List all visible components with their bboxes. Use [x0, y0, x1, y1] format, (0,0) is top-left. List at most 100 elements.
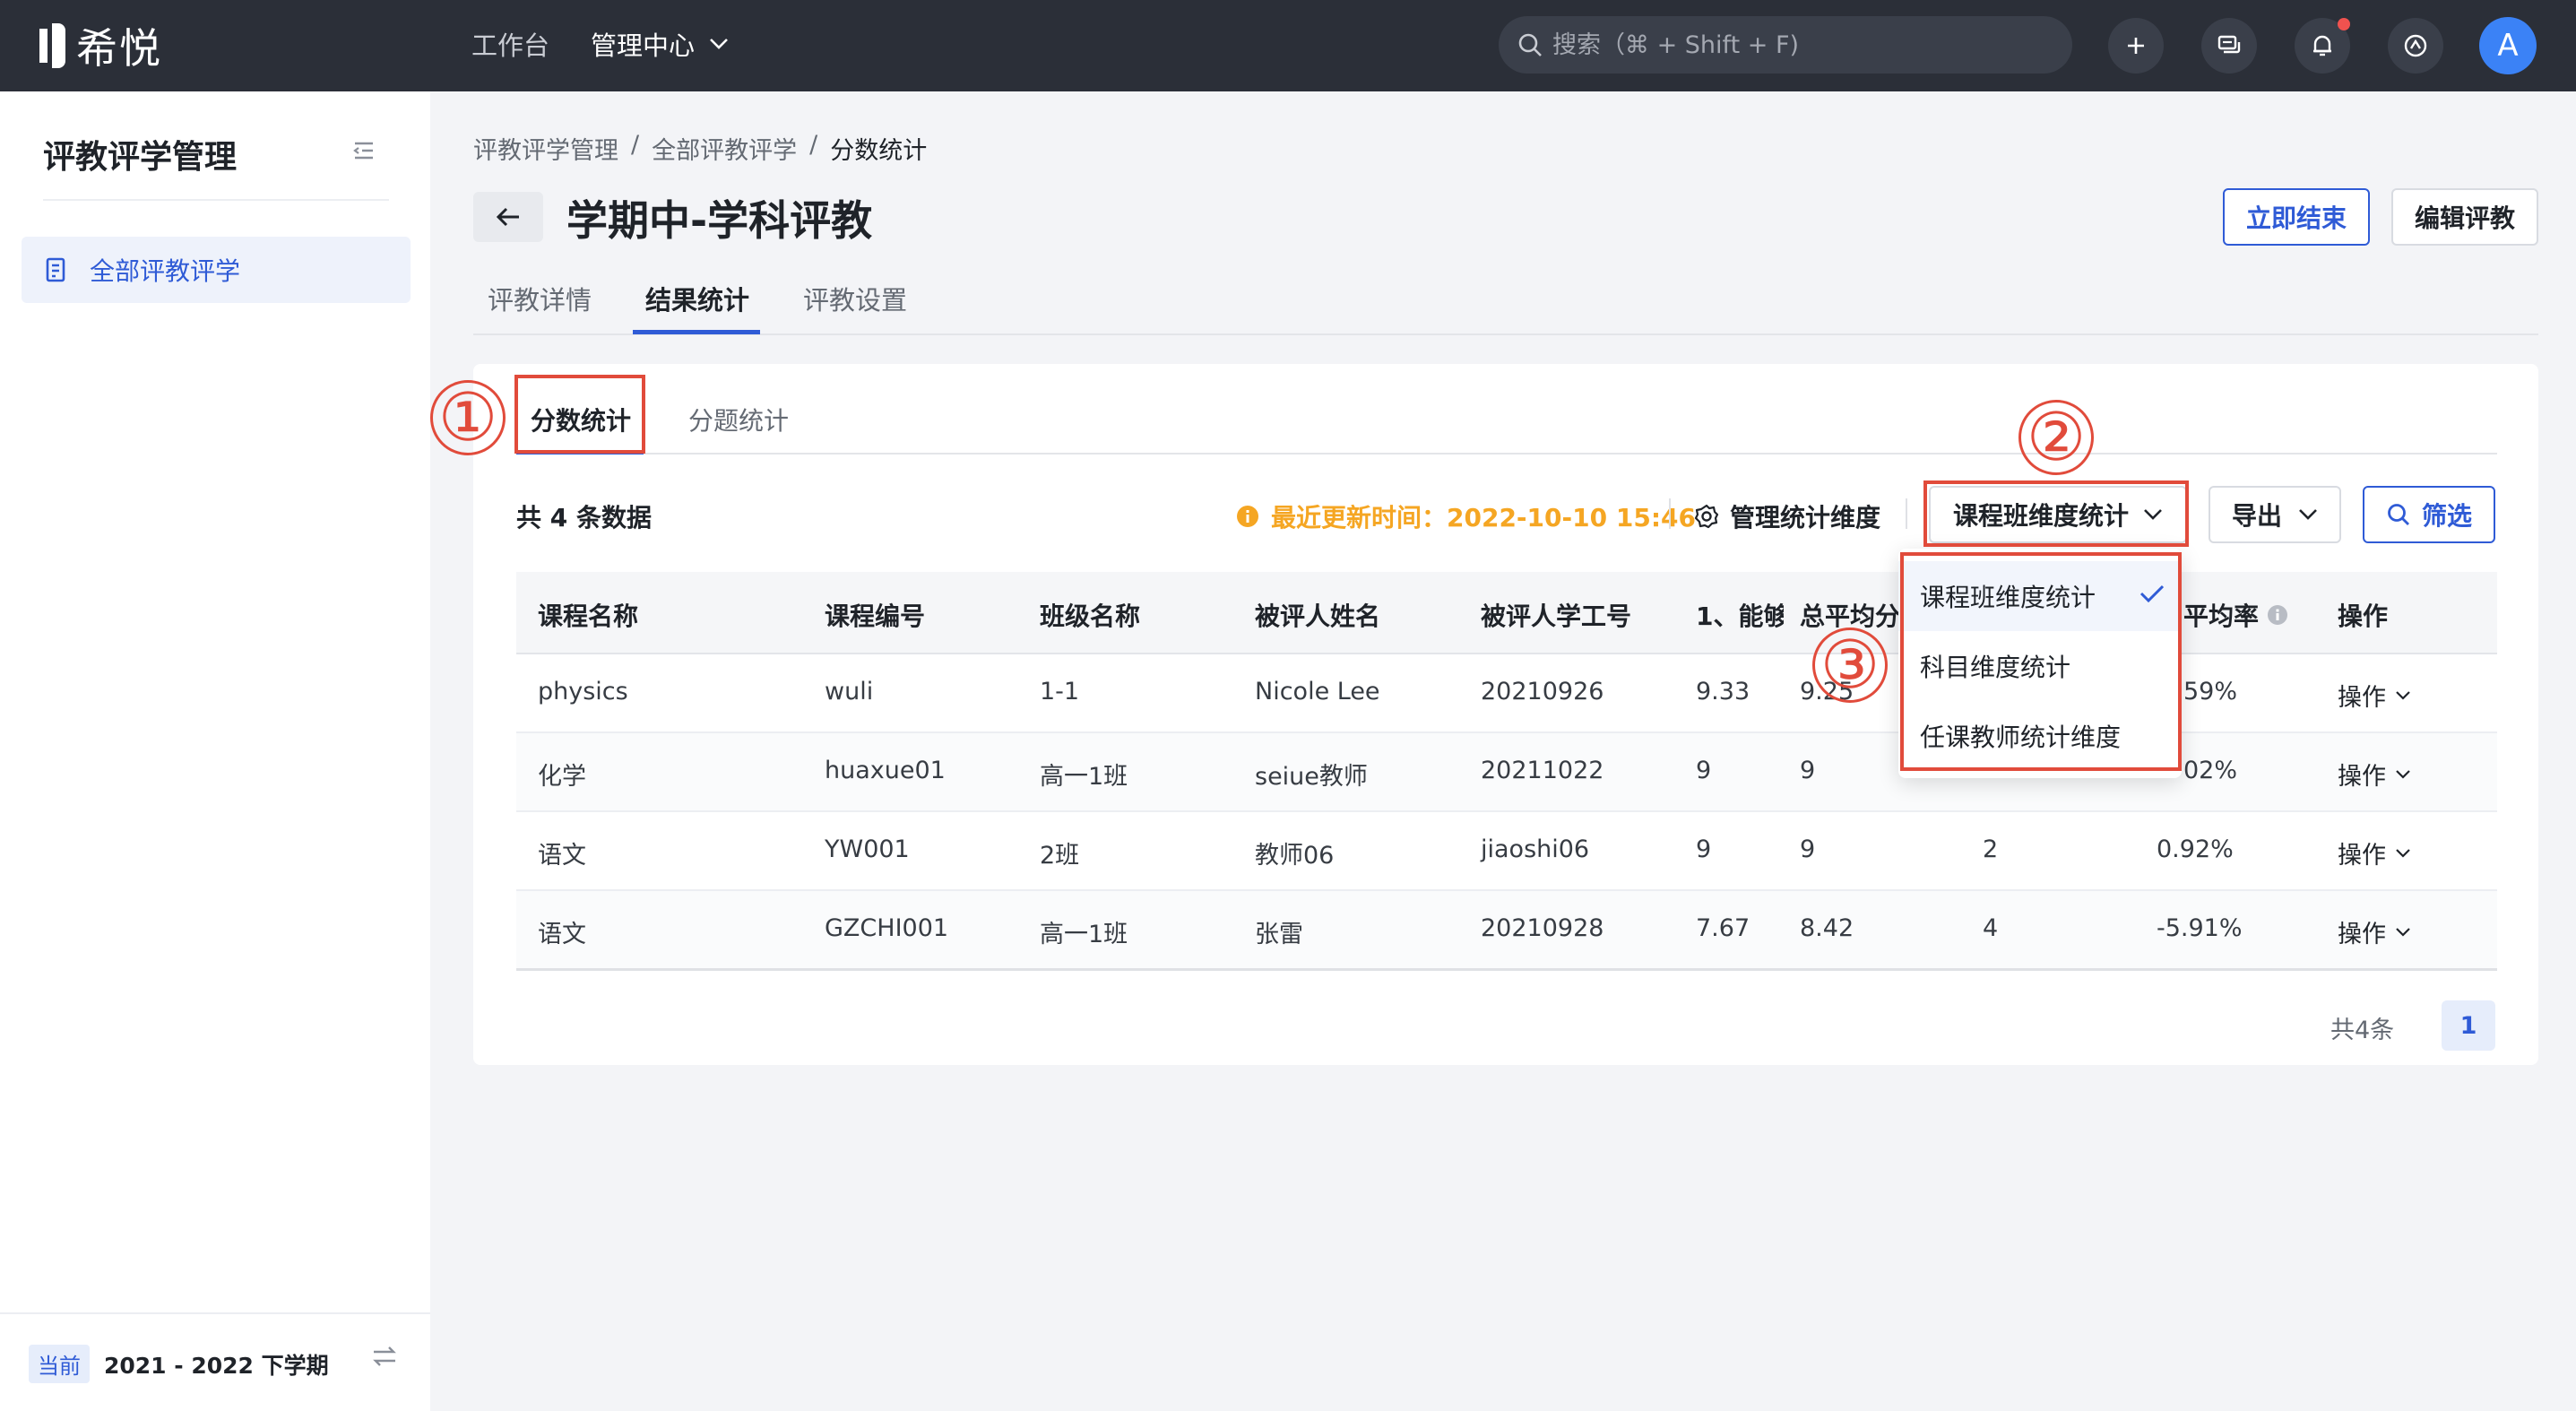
- sidebar-item-label: 全部评教评学: [90, 256, 241, 286]
- search-input[interactable]: [1552, 30, 2054, 59]
- breadcrumb-item[interactable]: 全部评教评学: [652, 131, 797, 166]
- export-label: 导出: [2231, 501, 2282, 531]
- help-button[interactable]: [2388, 18, 2443, 74]
- toolbar-separator: [1906, 498, 1907, 529]
- cell-q1: 7.67: [1696, 914, 1750, 942]
- user-avatar[interactable]: A: [2479, 17, 2537, 74]
- row-actions-button[interactable]: 操作: [2338, 678, 2411, 713]
- term-label: 2021 - 2022 下学期: [104, 1352, 329, 1379]
- end-now-button[interactable]: 立即结束: [2223, 188, 2370, 246]
- cell-rank: 2: [1983, 835, 1999, 863]
- chat-icon: [2217, 35, 2241, 54]
- subtab-question-statistics[interactable]: 分题统计: [688, 402, 789, 437]
- breadcrumb-current: 分数统计: [830, 137, 928, 165]
- pagination-page[interactable]: 1: [2442, 1000, 2495, 1051]
- last-update-time: 最近更新时间：2022-10-10 15:46: [1235, 498, 1696, 534]
- cell-rate: -5.91%: [2157, 914, 2243, 942]
- export-button[interactable]: 导出: [2209, 486, 2341, 543]
- table-row: 语文 YW001 2班 教师06 jiaoshi06 9 9 2 0.92% 操…: [516, 812, 2497, 891]
- breadcrumb-separator: /: [809, 131, 818, 159]
- page-title: 学期中-学科评教: [566, 196, 873, 245]
- cell-id: 20210926: [1481, 678, 1604, 706]
- back-button[interactable]: [473, 192, 543, 242]
- collapse-sidebar-button[interactable]: [351, 140, 376, 165]
- annotation-highlight-subtab: [514, 375, 645, 454]
- cell-id: 20211022: [1481, 757, 1604, 784]
- add-button[interactable]: [2108, 18, 2164, 74]
- info-icon: [1237, 506, 1258, 527]
- cell-avg: 9: [1800, 757, 1816, 784]
- messages-button[interactable]: [2201, 18, 2257, 74]
- info-icon: [2268, 605, 2288, 625]
- cell-id: 20210928: [1481, 914, 1604, 942]
- top-nav: 工作台 管理中心: [471, 25, 729, 63]
- subtabs-divider: [516, 453, 2497, 454]
- tab-evaluation-settings[interactable]: 评教设置: [803, 280, 907, 317]
- logo[interactable]: 希悦: [39, 20, 162, 73]
- cell-rate: 59%: [2183, 678, 2238, 706]
- statistics-table: 课程名称 课程编号 班级名称 被评人姓名 被评人学工号 1、能够 总平均分 排名…: [516, 572, 2497, 970]
- annotation-highlight-dropdown: [1900, 552, 2182, 771]
- cell-course: 化学: [538, 763, 586, 791]
- column-header-rate[interactable]: 平均率: [2183, 597, 2289, 633]
- search-icon: [2388, 504, 2409, 525]
- row-actions-button[interactable]: 操作: [2338, 835, 2411, 870]
- toolbar-separator: [1669, 498, 1671, 529]
- tab-evaluation-details[interactable]: 评教详情: [488, 280, 592, 317]
- column-header[interactable]: 被评人姓名: [1255, 597, 1380, 633]
- table-bottom-border: [516, 968, 2497, 971]
- chevron-down-icon: [710, 39, 728, 49]
- annotation-highlight-dimension-select: [1923, 480, 2189, 547]
- cell-class: 高一1班: [1040, 763, 1128, 791]
- sidebar: 评教评学管理 全部评教评学 当前 2021 - 2022 下学期: [0, 91, 430, 1411]
- cell-code: huaxue01: [825, 757, 946, 784]
- sidebar-item-all-evaluations[interactable]: 全部评教评学: [22, 237, 411, 303]
- nav-item-workbench[interactable]: 工作台: [471, 25, 549, 63]
- global-search[interactable]: [1499, 16, 2072, 74]
- column-header[interactable]: 班级名称: [1040, 597, 1140, 633]
- chevron-down-icon: [2396, 848, 2410, 858]
- record-count: 共 4 条数据: [516, 503, 652, 532]
- row-actions-button[interactable]: 操作: [2338, 914, 2411, 949]
- cell-course: 语文: [538, 921, 586, 948]
- chevron-down-icon: [2396, 690, 2410, 700]
- sidebar-divider: [43, 199, 389, 201]
- cell-avg: 8.42: [1800, 914, 1854, 942]
- tab-result-statistics[interactable]: 结果统计: [645, 280, 749, 317]
- breadcrumb-item[interactable]: 评教评学管理: [473, 131, 618, 166]
- column-header[interactable]: 被评人学工号: [1481, 597, 1631, 633]
- current-badge: 当前: [29, 1345, 90, 1383]
- row-actions-label: 操作: [2338, 921, 2386, 948]
- edit-evaluation-button[interactable]: 编辑评教: [2391, 188, 2538, 246]
- cell-rate: 02%: [2183, 757, 2238, 784]
- cell-q1: 9.33: [1696, 678, 1750, 706]
- cell-name: 教师06: [1255, 842, 1335, 870]
- table-header: 课程名称 课程编号 班级名称 被评人姓名 被评人学工号 1、能够 总平均分 排名…: [516, 572, 2497, 654]
- table-row: physics wuli 1-1 Nicole Lee 20210926 9.3…: [516, 654, 2497, 733]
- column-header[interactable]: 1、能够: [1696, 597, 1784, 633]
- filter-button[interactable]: 筛选: [2363, 486, 2495, 543]
- cell-class: 1-1: [1040, 678, 1080, 706]
- column-header[interactable]: 课程名称: [538, 597, 638, 633]
- cell-name: seiue教师: [1255, 763, 1368, 791]
- cell-code: wuli: [825, 678, 874, 706]
- gear-icon: [1694, 504, 1719, 529]
- cell-q1: 9: [1696, 835, 1712, 863]
- column-header[interactable]: 课程编号: [825, 597, 925, 633]
- row-actions-button[interactable]: 操作: [2338, 757, 2411, 792]
- switch-term-button[interactable]: [371, 1345, 398, 1372]
- sidebar-footer-divider: [0, 1312, 430, 1314]
- nav-item-admin-center-label: 管理中心: [591, 30, 696, 61]
- cell-q1: 9: [1696, 757, 1712, 784]
- document-icon: [46, 257, 65, 282]
- cell-course: 语文: [538, 842, 586, 870]
- annotation-marker-3: ③: [1812, 628, 1888, 703]
- cell-class: 2班: [1040, 842, 1080, 870]
- table-row: 语文 GZCHI001 高一1班 张雷 20210928 7.67 8.42 4…: [516, 891, 2497, 970]
- cell-name: Nicole Lee: [1255, 678, 1380, 706]
- breadcrumb: 评教评学管理 / 全部评教评学 / 分数统计: [473, 131, 927, 166]
- manage-dimensions-button[interactable]: 管理统计维度: [1694, 498, 1880, 534]
- manage-dimensions-label: 管理统计维度: [1730, 503, 1881, 532]
- nav-item-admin-center[interactable]: 管理中心: [591, 25, 729, 63]
- cell-rate: 0.92%: [2157, 835, 2234, 863]
